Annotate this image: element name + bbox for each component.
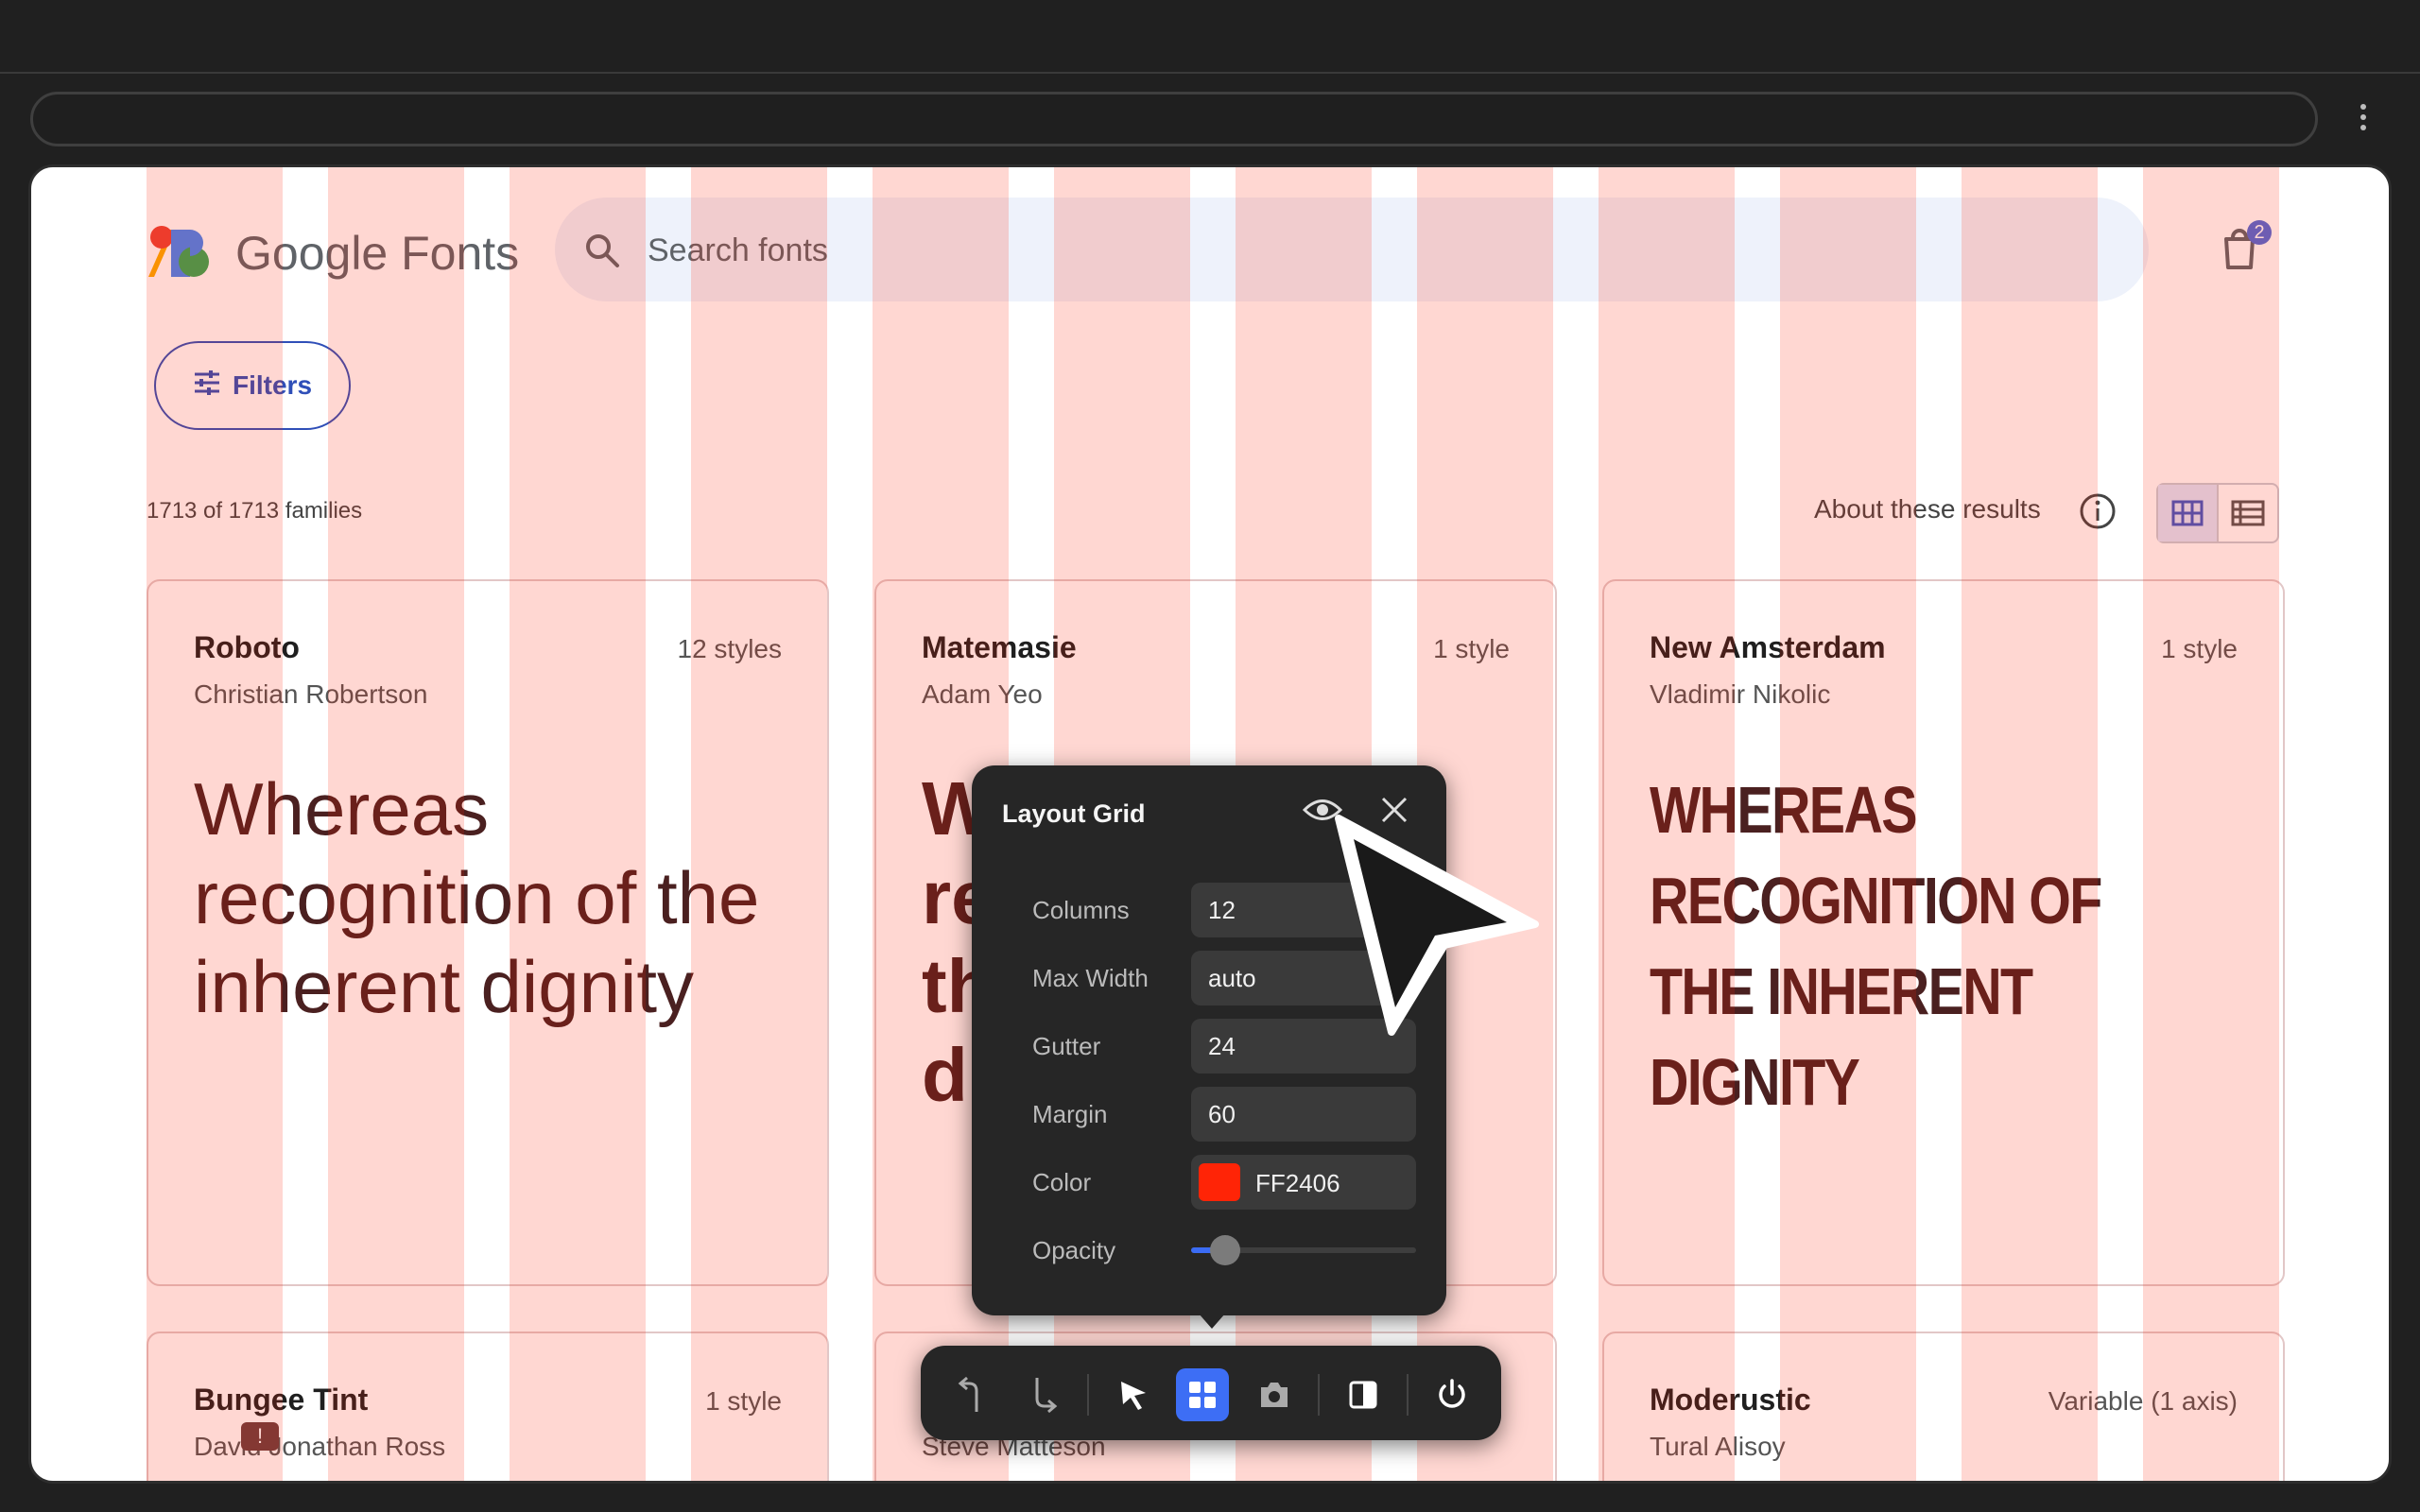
font-styles-count: 1 style <box>2161 634 2238 663</box>
browser-menu-icon[interactable] <box>2358 104 2369 136</box>
font-name: Moderustic <box>1650 1383 1811 1417</box>
toolbar-separator <box>1407 1374 1409 1416</box>
gutter-label: Gutter <box>1032 1032 1101 1060</box>
undo-icon[interactable] <box>945 1368 998 1421</box>
font-styles-count: 1 style <box>705 1386 782 1416</box>
font-styles-count: 1 style <box>1433 634 1510 663</box>
view-toggle[interactable] <box>2156 483 2279 543</box>
color-hex-value: FF2406 <box>1255 1169 1340 1197</box>
font-card-new-amsterdam[interactable]: New Amsterdam 1 style Vladimir Nikolic W… <box>1602 579 2285 1286</box>
power-icon[interactable] <box>1426 1368 1478 1421</box>
search-icon <box>583 232 621 274</box>
extension-toolbar <box>921 1346 1501 1440</box>
color-swatch[interactable] <box>1199 1163 1240 1201</box>
toolbar-separator <box>1318 1374 1320 1416</box>
tune-icon <box>193 369 221 403</box>
mouse-cursor-icon <box>1333 813 1545 1044</box>
camera-icon[interactable] <box>1248 1368 1301 1421</box>
margin-input[interactable] <box>1191 1087 1416 1142</box>
font-author: Vladimir Nikolic <box>1650 679 1831 709</box>
address-bar[interactable] <box>30 92 2318 146</box>
font-name: Roboto <box>194 630 300 664</box>
layout-grid-icon[interactable] <box>1176 1368 1229 1421</box>
font-styles-count: 12 styles <box>677 634 783 663</box>
filters-button[interactable]: Filters <box>154 341 351 430</box>
opacity-slider-thumb[interactable] <box>1209 1235 1240 1265</box>
font-card-roboto[interactable]: Roboto 12 styles Christian Robertson Whe… <box>147 579 829 1286</box>
google-fonts-logo-icon[interactable] <box>148 226 211 282</box>
list-view-icon[interactable] <box>2219 485 2277 541</box>
about-results-link[interactable]: About these results <box>1814 494 2041 524</box>
opacity-label: Opacity <box>1032 1236 1116 1264</box>
info-icon[interactable] <box>2079 492 2117 535</box>
columns-label: Columns <box>1032 896 1130 924</box>
results-count: 1713 of 1713 families <box>147 498 363 524</box>
font-author: David Jonathan Ross <box>194 1432 446 1461</box>
contrast-icon[interactable] <box>1337 1368 1390 1421</box>
panel-pointer <box>1199 1314 1225 1329</box>
search-input[interactable] <box>646 226 1973 275</box>
font-author: Christian Robertson <box>194 679 428 709</box>
grid-view-icon[interactable] <box>2158 485 2219 541</box>
panel-title: Layout Grid <box>1002 799 1146 828</box>
logo-text[interactable]: Google Fonts <box>235 226 519 281</box>
filters-label: Filters <box>232 370 313 400</box>
font-card-bungee-tint[interactable]: Bungee Tint 1 style David Jonathan Ross <box>147 1332 829 1481</box>
font-name: New Amsterdam <box>1650 630 1886 664</box>
toolbar-separator <box>1087 1374 1089 1416</box>
select-cursor-icon[interactable] <box>1108 1368 1161 1421</box>
font-card-moderustic[interactable]: Moderustic Variable (1 axis) Tural Aliso… <box>1602 1332 2285 1481</box>
font-author: Tural Alisoy <box>1650 1432 1786 1461</box>
font-author: Adam Yeo <box>922 679 1043 709</box>
color-label: Color <box>1032 1168 1092 1196</box>
cart-count-badge: 2 <box>2247 220 2272 245</box>
error-badge[interactable]: ! <box>241 1422 279 1451</box>
font-styles-count: Variable (1 axis) <box>2048 1386 2238 1416</box>
font-sample-text: Whereas recognition of the inherent dign… <box>194 767 760 1028</box>
max-width-label: Max Width <box>1032 964 1149 992</box>
font-sample-text: Whereas recognition of the inherent dign… <box>1650 773 2102 1119</box>
margin-label: Margin <box>1032 1100 1108 1128</box>
redo-icon[interactable] <box>1017 1368 1070 1421</box>
search-bar[interactable] <box>555 198 2149 301</box>
font-name: Bungee Tint <box>194 1383 369 1417</box>
font-name: Matemasie <box>922 630 1077 664</box>
